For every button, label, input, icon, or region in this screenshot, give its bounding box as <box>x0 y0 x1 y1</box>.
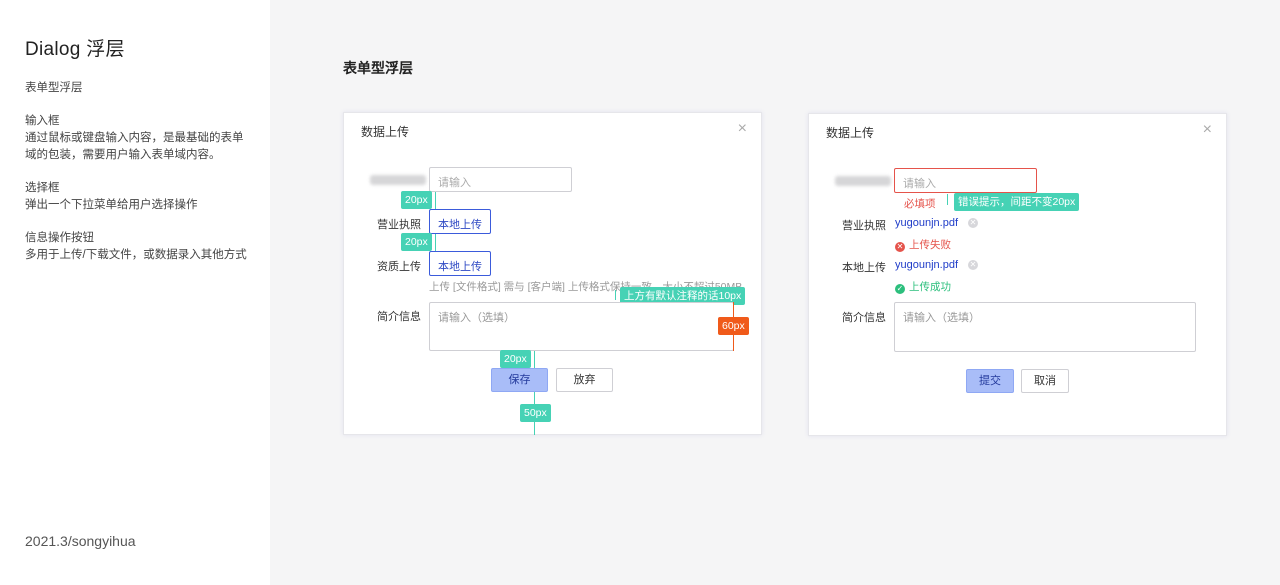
license-label: 营业执照 <box>842 220 886 232</box>
upload-button-qualification[interactable]: 本地上传 <box>429 251 491 276</box>
file-link[interactable]: yugounjn.pdf <box>895 259 958 271</box>
spacing-line <box>534 351 535 368</box>
upload-fail-status: ✕ 上传失败 <box>895 237 951 252</box>
sidebar-item-action-desc: 多用于上传/下载文件，或数据录入其他方式 <box>25 249 247 261</box>
license-label: 营业执照 <box>377 219 421 231</box>
close-icon[interactable]: × <box>1203 122 1212 138</box>
blurred-label <box>370 175 426 185</box>
dialog-title: 数据上传 <box>826 126 875 140</box>
spacing-line <box>947 194 948 205</box>
spacing-tag: 20px <box>401 233 432 251</box>
upload-success-status: ✓ 上传成功 <box>895 279 951 294</box>
sidebar-item-form-dialog: 表单型浮层 <box>25 82 83 94</box>
upload-success-text: 上传成功 <box>909 281 951 293</box>
spacing-tag-bottom: 50px <box>520 404 551 422</box>
dialog-title: 数据上传 <box>361 125 410 139</box>
intro-textarea[interactable]: 请输入（选填） <box>429 302 734 351</box>
intro-textarea[interactable]: 请输入（选填） <box>894 302 1196 352</box>
spacing-tag: 20px <box>401 191 432 209</box>
blurred-label <box>835 176 891 186</box>
sidebar-item-select-title: 选择框 <box>25 182 60 194</box>
remove-file-icon[interactable]: ✕ <box>968 218 978 228</box>
intro-label: 简介信息 <box>377 311 421 323</box>
upload-fail-text: 上传失败 <box>909 239 951 251</box>
spacing-line <box>615 290 616 300</box>
sidebar: Dialog 浮层 表单型浮层 输入框 通过鼠标或键盘输入内容，是最基础的表单域… <box>0 0 270 585</box>
remove-file-icon[interactable]: ✕ <box>968 260 978 270</box>
sidebar-item-input-title: 输入框 <box>25 115 60 127</box>
section-title: 表单型浮层 <box>343 60 413 76</box>
spacing-tag-error: 错误提示，间距不变20px <box>954 193 1080 211</box>
sidebar-item-action-title: 信息操作按钮 <box>25 232 94 244</box>
intro-label: 简介信息 <box>842 312 886 324</box>
upload-button[interactable]: 本地上传 <box>429 209 491 234</box>
close-icon[interactable]: × <box>738 121 747 137</box>
submit-button[interactable]: 提交 <box>966 369 1014 393</box>
text-input-error[interactable]: 请输入 <box>894 168 1037 193</box>
text-input[interactable]: 请输入 <box>429 167 572 192</box>
check-icon: ✓ <box>895 284 905 294</box>
file-link[interactable]: yugounjn.pdf <box>895 217 958 229</box>
sidebar-item-select-desc: 弹出一个下拉菜单给用户选择操作 <box>25 199 198 211</box>
qualification-label: 资质上传 <box>377 261 421 273</box>
sidebar-footer: 2021.3/songyihua <box>25 533 136 549</box>
local-upload-label: 本地上传 <box>842 262 886 274</box>
spacing-tag: 20px <box>500 350 531 368</box>
sidebar-title: Dialog 浮层 <box>25 39 125 60</box>
required-error-text: 必填项 <box>904 198 936 210</box>
cancel-button[interactable]: 取消 <box>1021 369 1069 393</box>
spacing-line <box>435 234 436 251</box>
spacing-tag-right: 60px <box>718 317 749 335</box>
spacing-line <box>435 192 436 209</box>
sidebar-item-input-desc: 通过鼠标或键盘输入内容，是最基础的表单域的包装，需要用户输入表单域内容。 <box>25 132 244 161</box>
save-button[interactable]: 保存 <box>491 368 548 392</box>
error-icon: ✕ <box>895 242 905 252</box>
discard-button[interactable]: 放弃 <box>556 368 613 392</box>
